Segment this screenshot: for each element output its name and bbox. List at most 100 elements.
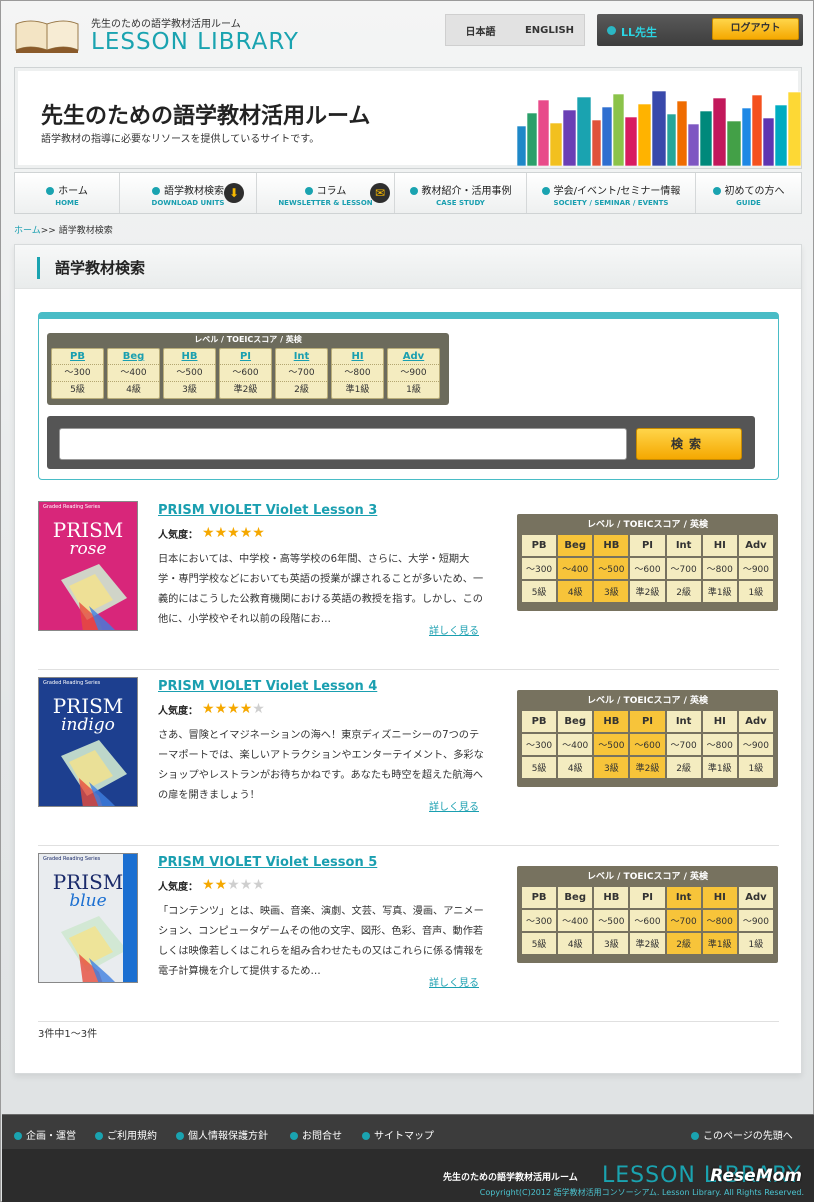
grade-cell: 3級 — [594, 933, 629, 954]
grade-cell: 準1級 — [702, 581, 737, 602]
level-option-hb[interactable]: HB ～500 3級 — [163, 348, 216, 399]
level-option-pi[interactable]: PI ～600 準2級 — [219, 348, 272, 399]
book-cover[interactable]: Graded Reading Series PRISM indigo — [38, 677, 138, 807]
nav-item-case-study[interactable]: 教材紹介・活用事例 CASE STUDY — [395, 173, 527, 213]
level-name[interactable]: HI — [332, 349, 383, 365]
toeic-score: ～300 — [52, 365, 103, 382]
rating-stars: ★★★★★ — [202, 525, 265, 541]
eiken-grade: 準2級 — [233, 385, 258, 395]
footer-link-terms[interactable]: ご利用規約 — [95, 1127, 157, 1142]
star-icon: ★ — [214, 701, 228, 717]
search-button[interactable]: 検索 — [636, 428, 742, 460]
grade-cell: 準2級 — [630, 581, 665, 602]
grade-cell: 準2級 — [630, 933, 665, 954]
level-name[interactable]: PI — [220, 349, 271, 365]
page: 先生のための語学教材活用ルーム LESSON LIBRARY 日本語 ENGLI… — [0, 0, 814, 1202]
level-name[interactable]: Int — [276, 349, 327, 365]
nav-item-guide[interactable]: 初めての方へ GUIDE — [696, 173, 801, 213]
star-icon: ★ — [214, 877, 228, 893]
level-cell: PI — [630, 711, 665, 732]
score-cell: ～900 — [738, 734, 773, 755]
level-cell: HI — [702, 887, 737, 908]
level-cell: HB — [594, 887, 629, 908]
score-cell: ～500 — [594, 558, 629, 579]
nav-item-home[interactable]: ホーム HOME — [15, 173, 120, 213]
toeic-score: ～400 — [108, 365, 159, 382]
level-cell: Int — [666, 887, 701, 908]
book-spine — [637, 103, 652, 166]
level-cell: Adv — [738, 535, 773, 556]
level-name[interactable]: HB — [164, 349, 215, 365]
star-icon: ★ — [227, 525, 240, 541]
score-cell: ～600 — [630, 558, 665, 579]
popularity-label: 人気度： — [158, 881, 198, 893]
level-cell: Beg — [558, 887, 593, 908]
lang-japanese-button[interactable]: 日本語 — [446, 23, 515, 38]
result-title-link[interactable]: PRISM VIOLET Violet Lesson 5 — [158, 855, 377, 870]
level-option-hi[interactable]: HI ～800 準1級 — [331, 348, 384, 399]
grade-cell: 2級 — [666, 581, 701, 602]
level-cell: Beg — [558, 535, 593, 556]
level-filter: レベル / TOEICスコア / 英検 PB ～300 5級 Beg ～400 4級 HB ～… — [47, 333, 449, 405]
logout-button[interactable]: ログアウト — [712, 18, 799, 40]
nav-item-events[interactable]: 学会/イベント/セミナー情報 SOCIETY / SEMINAR / EVENT… — [527, 173, 696, 213]
grade-cell: 準1級 — [702, 757, 737, 778]
grade-cell: 4級 — [558, 933, 593, 954]
search-input[interactable] — [59, 428, 627, 460]
level-name[interactable]: PB — [52, 349, 103, 365]
level-table: レベル / TOEICスコア / 英検 PB Beg HB PI Int HI Adv ～300… — [517, 514, 778, 611]
level-name[interactable]: Adv — [388, 349, 439, 365]
eiken-grade: 1級 — [406, 385, 421, 395]
book-spine — [666, 113, 677, 166]
lang-english-button[interactable]: ENGLISH — [515, 25, 584, 36]
level-option-beg[interactable]: Beg ～400 4級 — [107, 348, 160, 399]
grade-cell: 3級 — [594, 757, 629, 778]
score-cell: ～400 — [558, 910, 593, 931]
level-name[interactable]: Beg — [108, 349, 159, 365]
book-spine — [526, 112, 538, 166]
result-title-link[interactable]: PRISM VIOLET Violet Lesson 4 — [158, 679, 377, 694]
score-cell: ～800 — [702, 558, 737, 579]
score-cell: ～400 — [558, 558, 593, 579]
back-to-top-link[interactable]: このページの先頭へ — [691, 1127, 793, 1142]
read-more-link[interactable]: 詳しく見る — [429, 798, 479, 813]
book-spine — [576, 96, 592, 166]
book-spine — [687, 123, 700, 166]
main-panel: 語学教材検索 レベル / TOEICスコア / 英検 PB ～300 5級 Beg ～4… — [14, 244, 802, 1074]
breadcrumb-home-link[interactable]: ホーム — [14, 226, 41, 236]
book-spine — [726, 120, 742, 166]
footer-link-privacy[interactable]: 個人情報保護方針 — [176, 1127, 268, 1142]
grade-cell: 1級 — [738, 933, 773, 954]
footer-link-contact[interactable]: お問合せ — [290, 1127, 342, 1142]
book-spine — [562, 109, 577, 166]
grade-cell: 準1級 — [702, 933, 737, 954]
book-cover[interactable]: Graded Reading Series PRISM blue — [38, 853, 138, 983]
star-icon: ★ — [202, 525, 215, 541]
level-cell: PB — [522, 535, 557, 556]
star-icon: ★ — [239, 525, 253, 541]
result-title-link[interactable]: PRISM VIOLET Violet Lesson 3 — [158, 503, 377, 518]
level-option-adv[interactable]: Adv ～900 1級 — [387, 348, 440, 399]
footer-link-operation[interactable]: 企画・運営 — [14, 1127, 76, 1142]
hero-title: 先生のための語学教材活用ルーム — [41, 104, 371, 129]
level-cell: PI — [630, 887, 665, 908]
result-description: さあ、冒険とイマジネーションの海へ！東京ディズニーシーの7つのテーマポートでは、… — [158, 730, 484, 801]
site-logo[interactable]: LESSON LIBRARY — [91, 29, 299, 55]
read-more-link[interactable]: 詳しく見る — [429, 974, 479, 989]
score-cell: ～300 — [522, 910, 557, 931]
level-option-int[interactable]: Int ～700 2級 — [275, 348, 328, 399]
grade-cell: 2級 — [666, 933, 701, 954]
nav-item-column[interactable]: コラム NEWSLETTER & LESSON ✉ — [257, 173, 395, 213]
level-cell: Int — [666, 711, 701, 732]
grade-cell: 3級 — [594, 581, 629, 602]
books-illustration — [517, 90, 801, 166]
book-spine — [676, 100, 688, 166]
cover-series: Graded Reading Series — [43, 856, 101, 862]
level-option-pb[interactable]: PB ～300 5級 — [51, 348, 104, 399]
read-more-link[interactable]: 詳しく見る — [429, 622, 479, 637]
book-cover[interactable]: Graded Reading Series PRISM rose — [38, 501, 138, 631]
footer-link-sitemap[interactable]: サイトマップ — [362, 1127, 434, 1142]
nav-item-search[interactable]: 語学教材検索 DOWNLOAD UNITS ⬇ — [120, 173, 257, 213]
score-cell: ～400 — [558, 734, 593, 755]
grade-cell: 5級 — [522, 757, 557, 778]
